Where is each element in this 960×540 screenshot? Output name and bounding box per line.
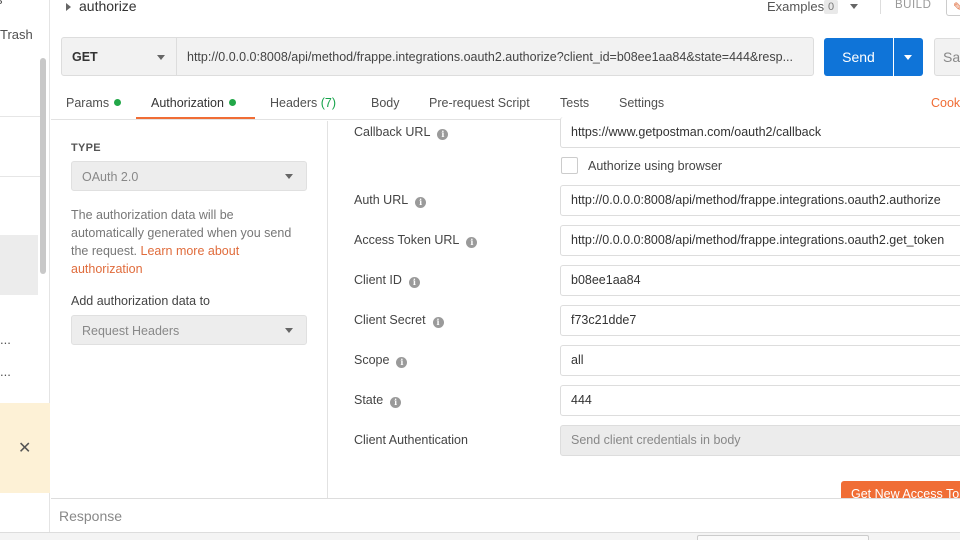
request-header: authorize Examples 0 BUILD ✎ xyxy=(51,0,960,24)
info-icon[interactable]: i xyxy=(408,277,420,288)
sidebar-item-ellipsis[interactable]: ... xyxy=(0,332,11,347)
info-icon[interactable]: i xyxy=(390,397,402,408)
status-bar-toggle[interactable] xyxy=(697,535,869,540)
active-tab-indicator xyxy=(136,117,255,119)
info-icon[interactable]: i xyxy=(415,197,427,208)
close-icon[interactable]: ✕ xyxy=(18,438,31,458)
url-value: http://0.0.0.0:8008/api/method/frappe.in… xyxy=(187,50,794,64)
divider xyxy=(880,0,881,14)
sidebar-partial-text: s xyxy=(0,0,3,7)
pencil-icon: ✎ xyxy=(953,0,960,14)
response-pane[interactable]: Response xyxy=(51,498,960,532)
label-text: Scope xyxy=(354,353,390,367)
label-text: Client Secret xyxy=(354,313,426,327)
scope-label: Scope i xyxy=(354,353,408,368)
tab-label: Headers xyxy=(270,96,318,110)
client-secret-label: Client Secret i xyxy=(354,313,444,328)
chevron-down-icon xyxy=(285,328,293,333)
tab-settings[interactable]: Settings xyxy=(619,96,664,110)
tab-label: Params xyxy=(66,96,110,110)
chevron-down-icon[interactable] xyxy=(850,4,858,9)
build-button[interactable]: BUILD xyxy=(895,0,931,11)
field-value: https://www.getpostman.com/oauth2/callba… xyxy=(571,125,822,139)
label-text: Client ID xyxy=(354,273,402,287)
edit-button[interactable]: ✎ xyxy=(946,0,960,16)
tab-tests[interactable]: Tests xyxy=(560,96,589,110)
examples-count-badge: 0 xyxy=(824,0,839,14)
client-id-field[interactable]: b08ee1aa84 xyxy=(560,265,960,296)
info-icon[interactable]: i xyxy=(437,129,449,140)
sidebar-item-ellipsis[interactable]: ... xyxy=(0,364,11,379)
method-value: GET xyxy=(72,50,98,64)
request-tabs: Params Authorization Headers (7) Body Pr… xyxy=(51,90,960,120)
scope-field[interactable]: all xyxy=(560,345,960,376)
state-field[interactable]: 444 xyxy=(560,385,960,416)
tab-params[interactable]: Params xyxy=(66,96,122,110)
field-value: all xyxy=(571,353,584,367)
sidebar-divider xyxy=(0,116,40,117)
type-label: TYPE xyxy=(71,142,101,154)
cookies-link[interactable]: Cook xyxy=(931,96,960,110)
add-auth-to-value: Request Headers xyxy=(82,324,180,338)
pane-divider xyxy=(327,121,328,499)
chevron-down-icon xyxy=(285,174,293,179)
save-button[interactable]: Sav xyxy=(934,38,960,76)
auth-type-select[interactable]: OAuth 2.0 xyxy=(71,161,307,191)
tab-authorization[interactable]: Authorization xyxy=(151,96,236,110)
field-value: http://0.0.0.0:8008/api/method/frappe.in… xyxy=(571,193,941,207)
method-select[interactable]: GET xyxy=(61,37,177,76)
status-dot xyxy=(228,99,236,106)
callback-url-field[interactable]: https://www.getpostman.com/oauth2/callba… xyxy=(560,117,960,148)
request-name[interactable]: authorize xyxy=(79,0,137,14)
field-value: 444 xyxy=(571,393,592,407)
label-text: Auth URL xyxy=(354,193,409,207)
client-secret-field[interactable]: f73c21dde7 xyxy=(560,305,960,336)
examples-button[interactable]: Examples xyxy=(767,0,824,14)
access-token-url-label: Access Token URL i xyxy=(354,233,478,248)
sidebar-trash-link[interactable]: Trash xyxy=(0,27,33,42)
callback-url-label: Callback URL i xyxy=(354,125,449,140)
sidebar-selected-item[interactable] xyxy=(0,235,38,295)
state-label: State i xyxy=(354,393,402,408)
auth-url-field[interactable]: http://0.0.0.0:8008/api/method/frappe.in… xyxy=(560,185,960,216)
info-icon[interactable]: i xyxy=(396,357,408,368)
field-value: f73c21dde7 xyxy=(571,313,637,327)
send-options-button[interactable] xyxy=(894,38,923,76)
client-authentication-label: Client Authentication xyxy=(354,433,468,447)
chevron-down-icon xyxy=(904,55,912,60)
url-input[interactable]: http://0.0.0.0:8008/api/method/frappe.in… xyxy=(176,37,814,76)
label-text: State xyxy=(354,393,384,407)
label-text: Access Token URL xyxy=(354,233,460,247)
tab-body[interactable]: Body xyxy=(371,96,400,110)
field-value: Send client credentials in body xyxy=(571,433,741,447)
send-button[interactable]: Send xyxy=(824,38,893,76)
info-icon[interactable]: i xyxy=(466,237,478,248)
add-auth-to-label: Add authorization data to xyxy=(71,294,210,308)
status-dot xyxy=(114,99,122,106)
tab-label: Authorization xyxy=(151,96,224,110)
client-id-label: Client ID i xyxy=(354,273,420,288)
field-value: b08ee1aa84 xyxy=(571,273,641,287)
auth-url-label: Auth URL i xyxy=(354,193,427,208)
access-token-url-field[interactable]: http://0.0.0.0:8008/api/method/frappe.in… xyxy=(560,225,960,256)
sidebar-divider xyxy=(0,176,40,177)
add-auth-to-select[interactable]: Request Headers xyxy=(71,315,307,345)
tab-pre-request-script[interactable]: Pre-request Script xyxy=(429,96,530,110)
info-icon[interactable]: i xyxy=(432,317,444,328)
auth-description: The authorization data will be automatic… xyxy=(71,206,307,278)
tab-count: (7) xyxy=(320,96,337,110)
chevron-down-icon xyxy=(157,55,165,60)
field-value: http://0.0.0.0:8008/api/method/frappe.in… xyxy=(571,233,945,247)
tab-headers[interactable]: Headers (7) xyxy=(270,96,336,110)
authorize-browser-label: Authorize using browser xyxy=(588,159,723,173)
client-authentication-select[interactable]: Send client credentials in body xyxy=(560,425,960,456)
caret-right-icon[interactable] xyxy=(66,3,71,11)
sidebar-scrollbar[interactable] xyxy=(40,58,46,274)
sidebar-strip: s Trash ... ... ✕ xyxy=(0,0,50,540)
response-label: Response xyxy=(59,508,123,524)
label-text: Callback URL xyxy=(354,125,431,139)
authorize-browser-checkbox[interactable] xyxy=(561,157,578,174)
auth-type-value: OAuth 2.0 xyxy=(82,170,139,184)
